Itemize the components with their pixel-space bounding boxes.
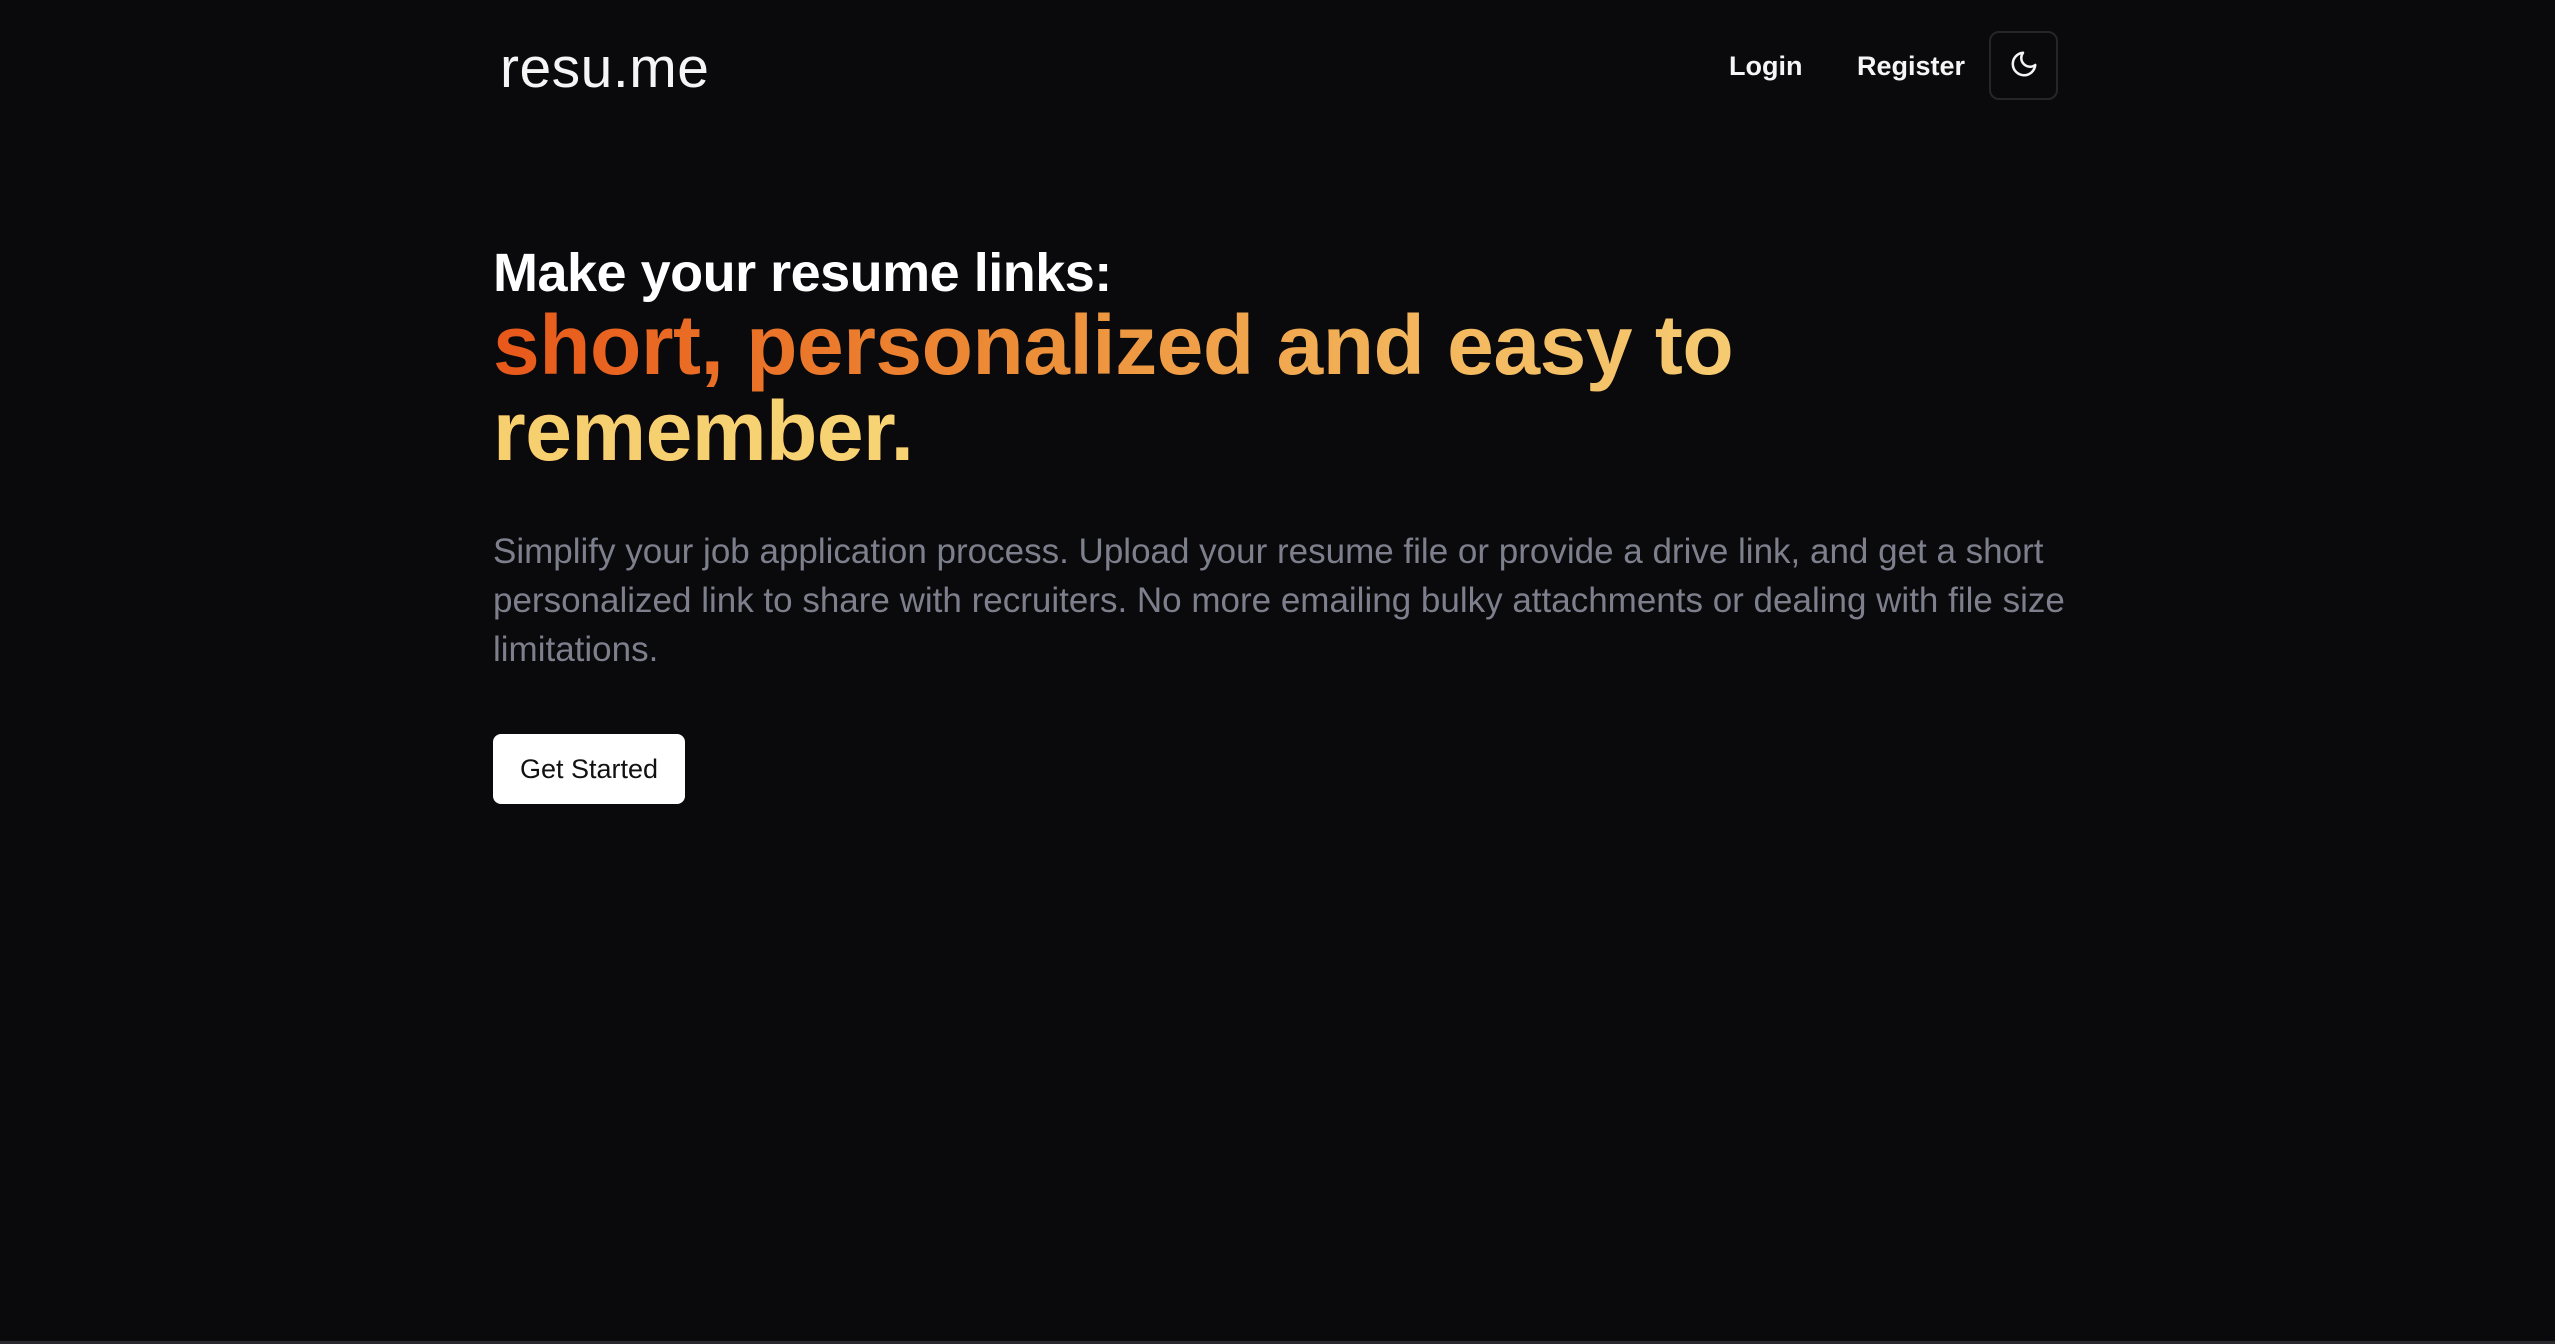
register-link[interactable]: Register <box>1857 48 1965 84</box>
moon-icon <box>2009 49 2039 82</box>
brand-logo[interactable]: resu.me <box>500 36 709 100</box>
hero-highlight-line-2: remember. <box>493 388 1913 474</box>
landing-page: resu.me Login Register Make your resume … <box>0 0 2555 1344</box>
get-started-button[interactable]: Get Started <box>493 734 685 804</box>
theme-toggle-button[interactable] <box>1989 31 2058 100</box>
hero-highlight-line-1: short, personalized and easy to <box>493 298 1734 392</box>
hero-description: Simplify your job application process. U… <box>493 532 2065 669</box>
login-link[interactable]: Login <box>1729 48 1802 84</box>
site-header: resu.me Login Register <box>0 0 2555 135</box>
hero-highlight-heading: short, personalized and easy to remember… <box>493 302 1913 474</box>
